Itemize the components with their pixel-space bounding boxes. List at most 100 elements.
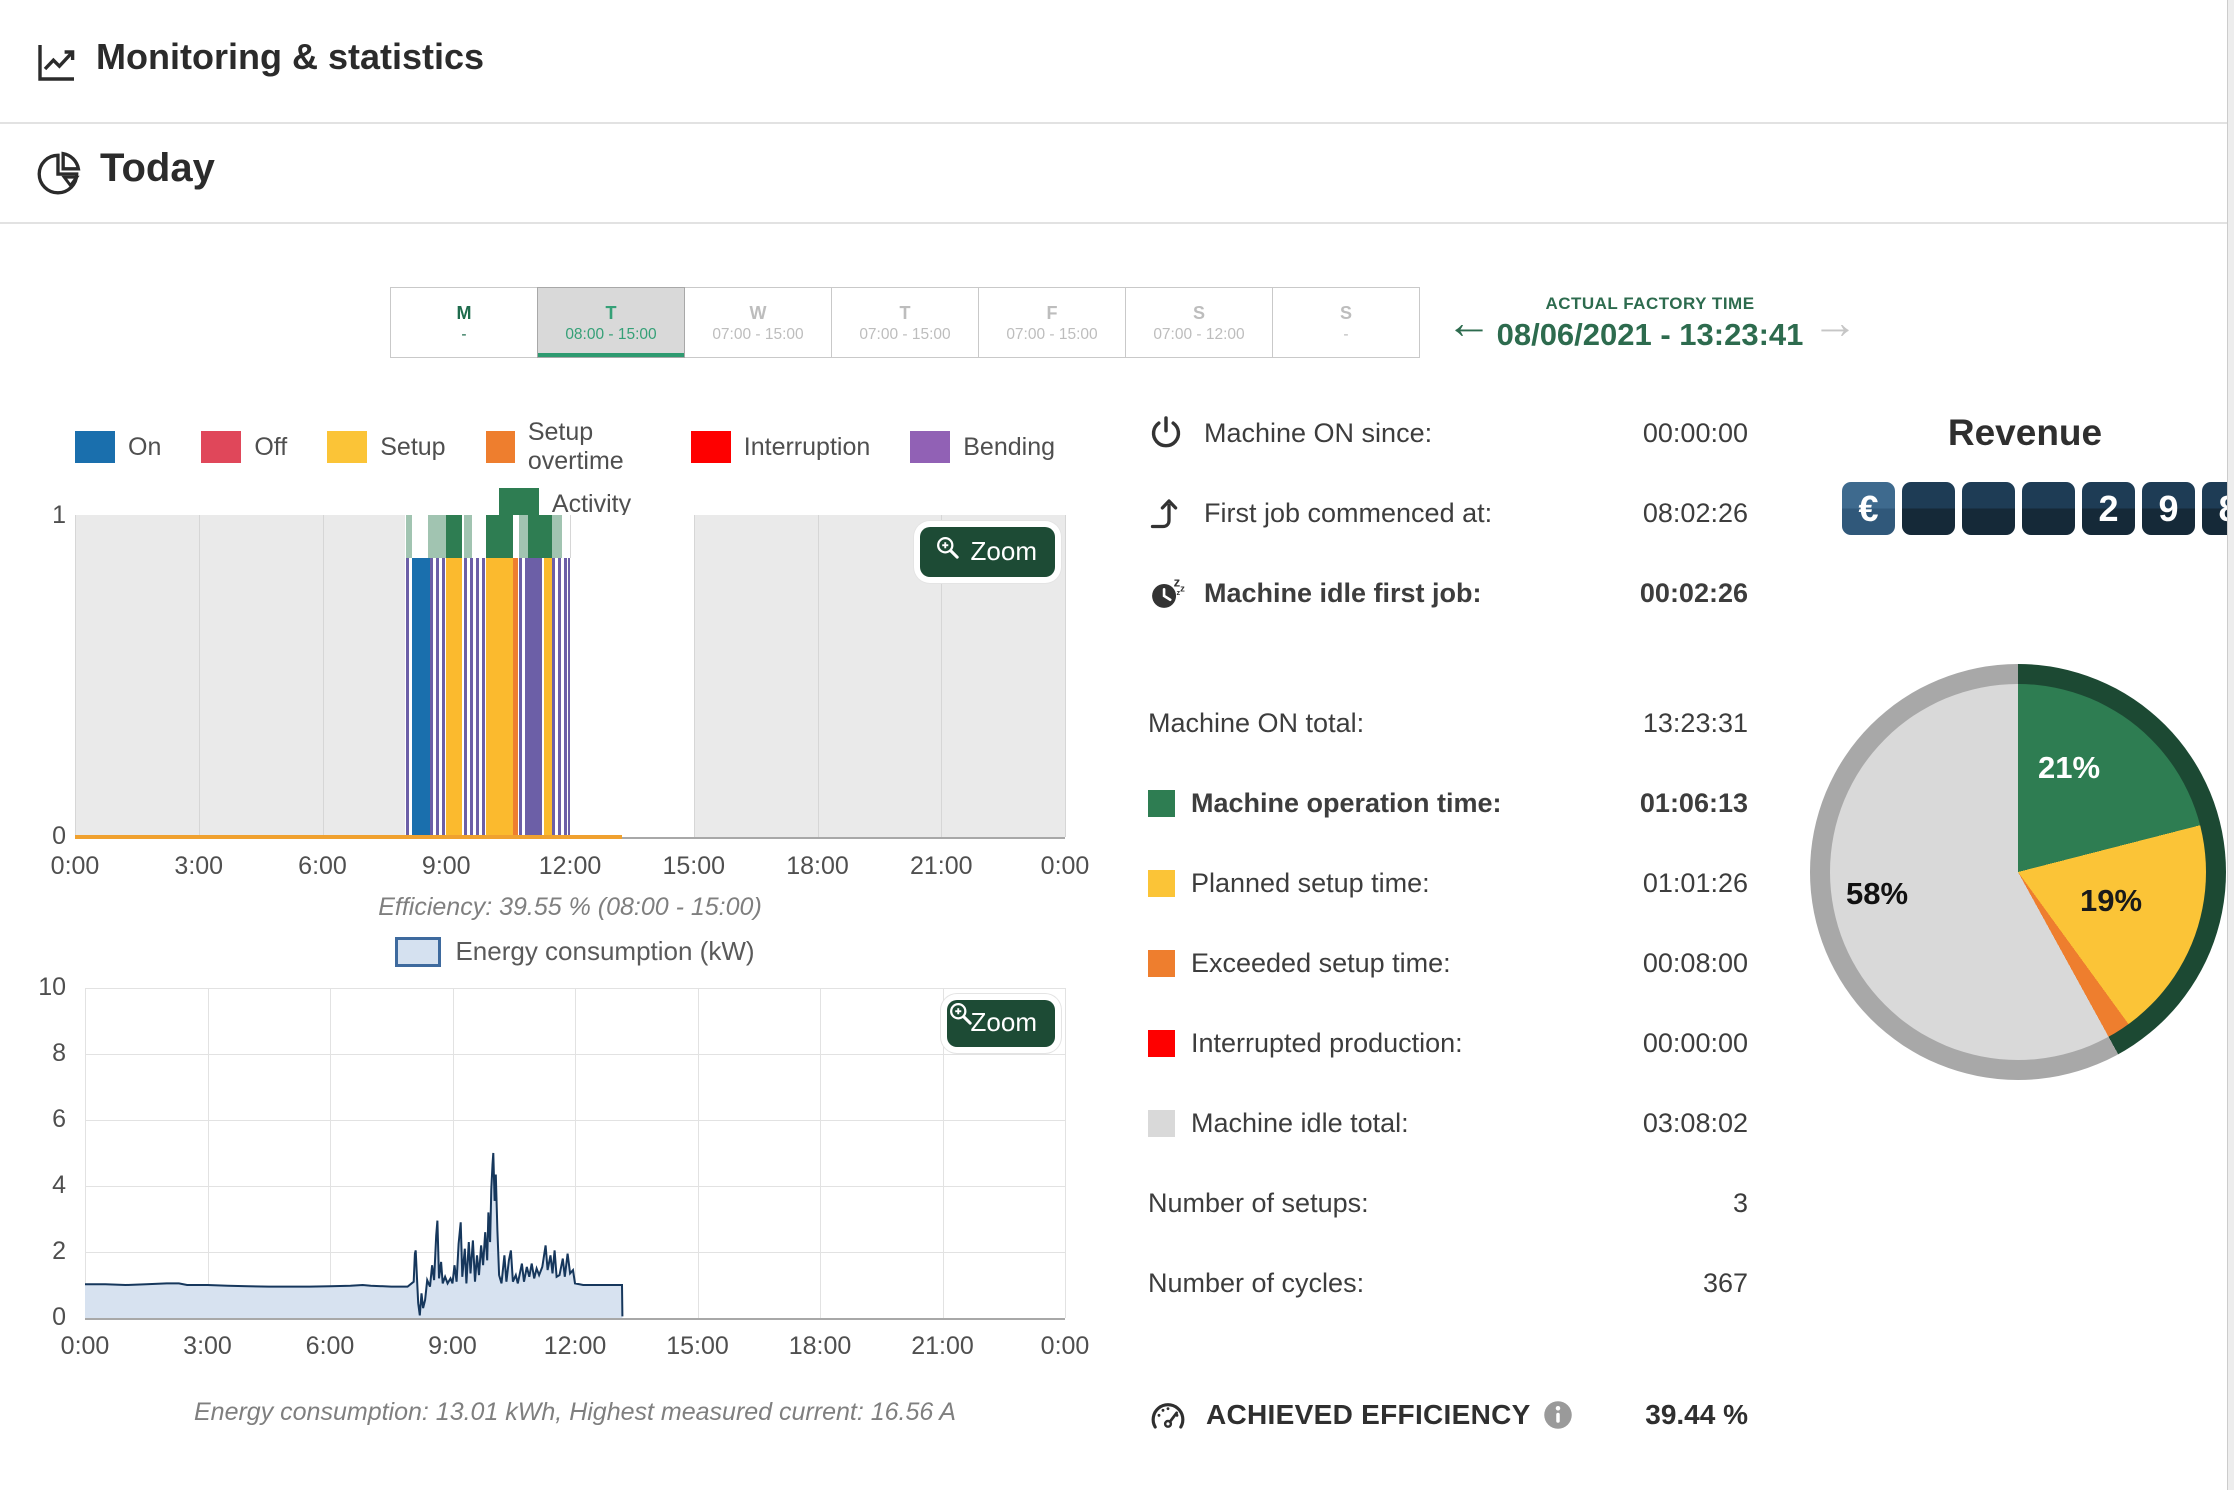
stat-row-3: Machine ON total: 13:23:31 <box>1148 700 1748 746</box>
x-tick-label: 12:00 <box>539 852 602 881</box>
x-tick-label: 0:00 <box>51 852 100 881</box>
activity-chart: Zoom <box>75 515 1065 837</box>
legend-label: Bending <box>963 433 1055 462</box>
next-day-arrow[interactable]: → <box>1812 295 1858 349</box>
weekday-tab-6-s[interactable]: S- <box>1272 287 1420 358</box>
tab-day-label: W <box>750 301 767 325</box>
legend-label: Setup overtime <box>528 418 651 476</box>
stat-label: Planned setup time: <box>1191 868 1430 899</box>
legend-item-off: Off <box>201 431 287 463</box>
pie-label-58pct: 58% <box>1846 876 1908 912</box>
energy-area <box>85 1153 622 1318</box>
revenue-title: Revenue <box>1830 412 2220 454</box>
stat-row-4: Machine operation time: 01:06:13 <box>1148 780 1748 826</box>
gridline <box>1065 515 1066 837</box>
app-header: Monitoring & statistics <box>0 0 2234 124</box>
state-bar-overtime <box>513 558 518 837</box>
weekday-tab-4-f[interactable]: F07:00 - 15:00 <box>978 287 1126 358</box>
stat-label: Machine ON total: <box>1148 708 1364 739</box>
tab-hours-label: - <box>1343 325 1348 345</box>
stat-row-6: Exceeded setup time:00:08:00 <box>1148 940 1748 986</box>
weekday-tab-2-w[interactable]: W07:00 - 15:00 <box>684 287 832 358</box>
x-tick-label: 6:00 <box>306 1332 355 1361</box>
legend-item-bending: Bending <box>910 431 1055 463</box>
legend-swatch <box>75 431 115 463</box>
activity-cap <box>464 515 472 558</box>
energy-legend-label: Energy consumption (kW) <box>455 936 754 967</box>
x-tick-label: 0:00 <box>61 1332 110 1361</box>
stat-label: Machine idle first job: <box>1204 578 1482 609</box>
info-icon[interactable] <box>1543 1400 1573 1430</box>
energy-legend-swatch <box>395 937 441 967</box>
energy-area-series <box>85 988 1065 1318</box>
tab-day-label: M <box>457 301 472 325</box>
activity-zoom-button[interactable]: Zoom <box>920 527 1055 577</box>
x-tick-label: 15:00 <box>662 852 725 881</box>
activity-cap <box>428 515 446 558</box>
x-tick-label: 18:00 <box>789 1332 852 1361</box>
achieved-efficiency-row: ACHIEVED EFFICIENCY 39.44 % <box>1148 1395 1748 1435</box>
gridline <box>199 515 200 837</box>
weekday-tab-1-t[interactable]: T08:00 - 15:00 <box>537 287 685 358</box>
energy-legend: Energy consumption (kW) <box>85 936 1065 967</box>
previous-day-arrow[interactable]: ← <box>1446 295 1492 349</box>
stat-label: Exceeded setup time: <box>1191 948 1451 979</box>
stat-row-1: First job commenced at:08:02:26 <box>1148 490 1748 536</box>
x-tick-label: 15:00 <box>666 1332 729 1361</box>
tab-day-label: T <box>900 301 911 325</box>
stat-value: 3 <box>1733 1188 1748 1219</box>
status-swatch <box>1148 1030 1175 1057</box>
scrollbar-track[interactable] <box>2227 0 2234 1490</box>
weekday-tab-0-m[interactable]: M- <box>390 287 538 358</box>
weekday-tab-3-t[interactable]: T07:00 - 15:00 <box>831 287 979 358</box>
activity-cap <box>446 515 462 558</box>
legend-swatch <box>691 431 731 463</box>
currency-tile: € <box>1842 482 1895 535</box>
stat-value: 03:08:02 <box>1643 1108 1748 1139</box>
revenue-digit-tile <box>1902 482 1955 535</box>
tab-hours-label: 07:00 - 15:00 <box>712 325 803 345</box>
zoom-button-label: Zoom <box>971 536 1037 567</box>
legend-item-setup: Setup <box>327 431 445 463</box>
activity-baseline <box>75 835 622 839</box>
stat-value: 13:23:31 <box>1643 708 1748 739</box>
gridline <box>818 515 819 837</box>
tab-day-label: F <box>1047 301 1058 325</box>
activity-cap <box>552 515 561 558</box>
svg-text:z: z <box>1177 588 1181 597</box>
stat-row-7: Interrupted production:00:00:00 <box>1148 1020 1748 1066</box>
pie-label-19pct: 19% <box>2080 883 2142 919</box>
energy-y-tick-label: 4 <box>26 1171 66 1200</box>
stat-label: Machine operation time: <box>1191 788 1502 819</box>
activity-y-tick-top: 1 <box>26 501 66 530</box>
x-tick-label: 0:00 <box>1041 1332 1090 1361</box>
weekday-tabs: M-T08:00 - 15:00W07:00 - 15:00T07:00 - 1… <box>390 287 1419 358</box>
x-tick-label: 18:00 <box>786 852 849 881</box>
stat-value: 00:00:00 <box>1643 1028 1748 1059</box>
state-bar-bending-sparse <box>568 558 574 837</box>
activity-y-tick-bottom: 0 <box>26 822 66 851</box>
power-icon <box>1148 415 1188 451</box>
energy-zoom-button[interactable]: Zoom <box>947 1000 1055 1047</box>
stat-value: 00:02:26 <box>1640 578 1748 609</box>
stat-value: 01:06:13 <box>1640 788 1748 819</box>
x-tick-label: 3:00 <box>183 1332 232 1361</box>
x-tick-label: 9:00 <box>428 1332 477 1361</box>
status-swatch <box>1148 950 1175 977</box>
revenue-digit-tile: 2 <box>2082 482 2135 535</box>
weekday-tab-5-s[interactable]: S07:00 - 12:00 <box>1125 287 1273 358</box>
energy-x-tick-labels: 0:003:006:009:0012:0015:0018:0021:000:00 <box>85 1332 1065 1362</box>
factory-time: ACTUAL FACTORY TIME 08/06/2021 - 13:23:4… <box>1494 294 1806 353</box>
stat-row-2: zzzMachine idle first job:00:02:26 <box>1148 570 1748 616</box>
gridline <box>75 515 76 837</box>
energy-y-tick-label: 8 <box>26 1039 66 1068</box>
activity-cap <box>528 515 553 558</box>
state-bar-on <box>412 558 426 837</box>
tab-day-label: S <box>1193 301 1205 325</box>
svg-text:z: z <box>1180 584 1185 595</box>
state-bar-bending-stripes <box>430 558 447 837</box>
state-bar-bending-stripes <box>552 558 566 837</box>
tab-hours-label: 07:00 - 15:00 <box>1006 325 1097 345</box>
energy-y-tick-label: 6 <box>26 1105 66 1134</box>
state-bar-bending-stripes <box>519 558 528 837</box>
